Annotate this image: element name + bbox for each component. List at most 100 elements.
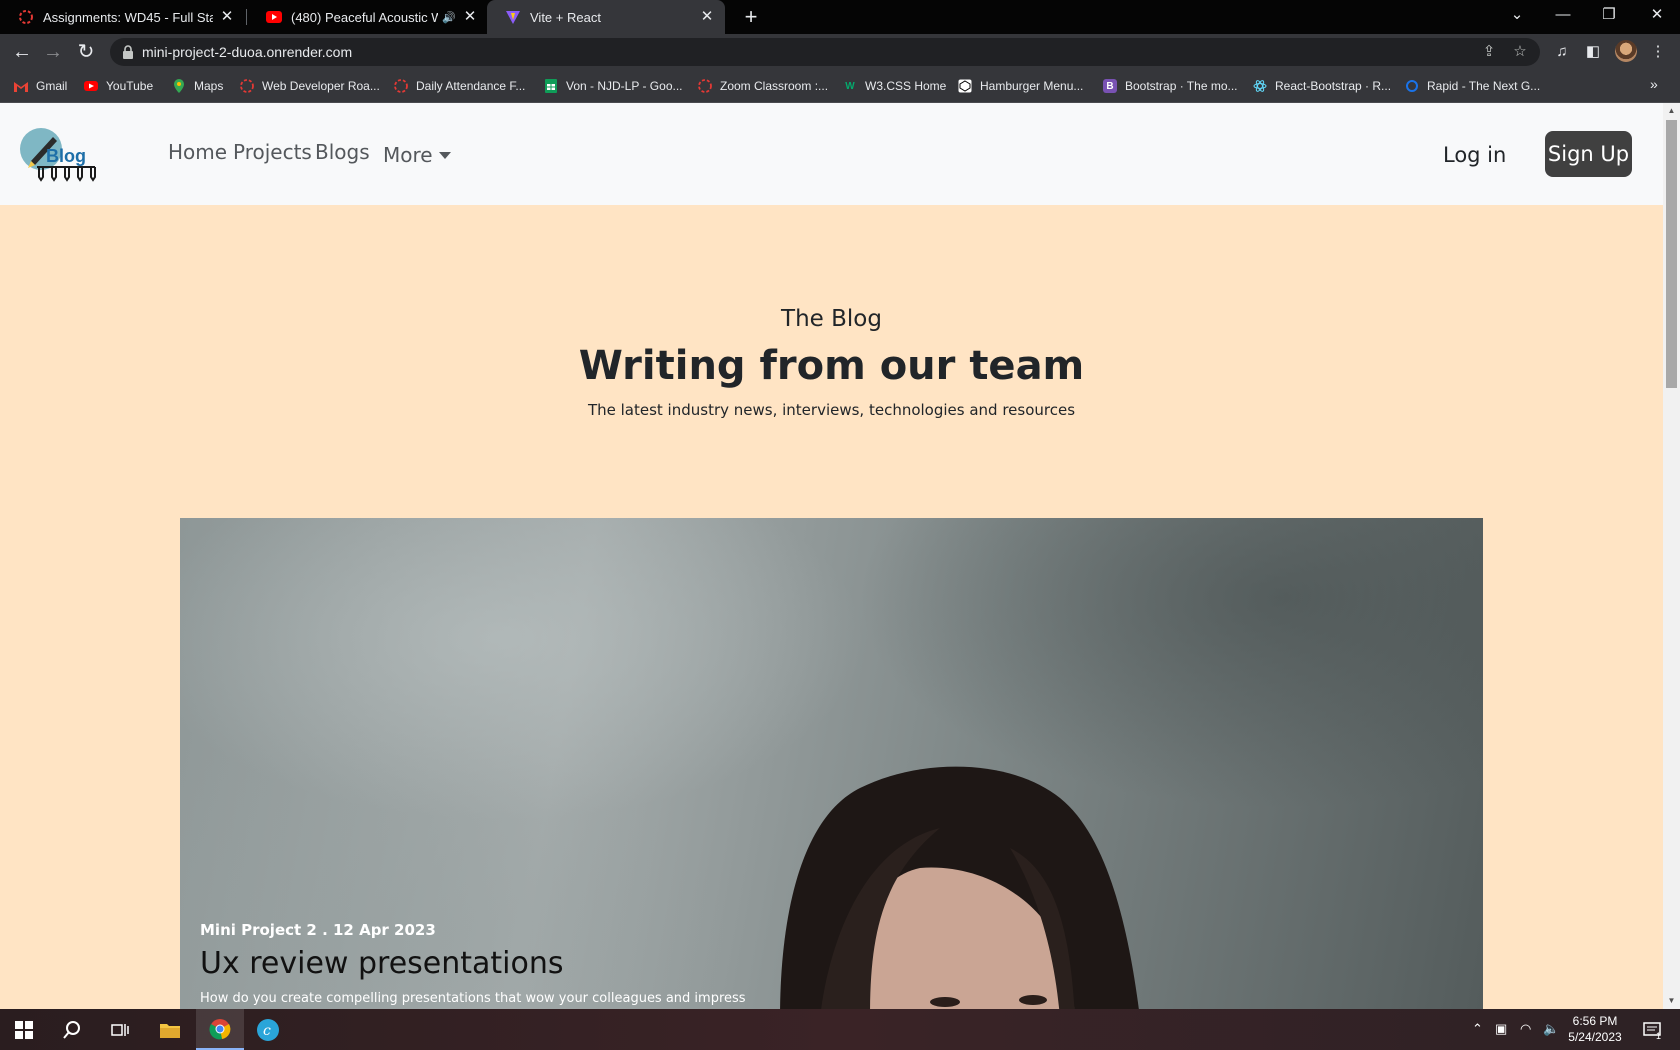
forward-button[interactable]: →: [39, 38, 67, 66]
youtube-icon: [266, 9, 282, 25]
close-icon[interactable]: ✕: [219, 9, 235, 25]
reload-button[interactable]: ↻: [72, 38, 100, 66]
bootstrap-icon: B: [1103, 79, 1117, 93]
close-icon[interactable]: ✕: [699, 9, 715, 25]
tab-youtube[interactable]: (480) Peaceful Acoustic Wors 🔊 ✕: [248, 0, 488, 34]
bookmark-maps[interactable]: Maps: [172, 76, 223, 96]
minimize-button[interactable]: —: [1540, 0, 1586, 30]
chrome-taskbar-icon[interactable]: [196, 1009, 244, 1050]
tab-vite-react[interactable]: Vite + React ✕: [487, 0, 725, 34]
tab-title: Vite + React: [530, 9, 601, 25]
signup-button[interactable]: Sign Up: [1545, 131, 1632, 177]
close-icon[interactable]: ✕: [462, 9, 478, 25]
bookmarks-overflow-icon[interactable]: »: [1650, 76, 1658, 92]
bookmark-label: Web Developer Roa...: [262, 79, 380, 93]
hero-subtitle: The latest industry news, interviews, te…: [587, 401, 1076, 419]
bookmark-hamburger-menu[interactable]: Hamburger Menu...: [958, 76, 1083, 96]
bookmark-label: W3.CSS Home: [865, 79, 947, 93]
system-clock[interactable]: 6:56 PM 5/24/2023: [1565, 1013, 1625, 1045]
vite-icon: [505, 9, 521, 25]
logo-text: Blog: [46, 146, 86, 166]
notification-count: 1: [1656, 1031, 1662, 1041]
side-panel-icon[interactable]: ◧: [1583, 42, 1603, 62]
clock-date: 5/24/2023: [1568, 1030, 1622, 1044]
canva-taskbar-icon[interactable]: c: [244, 1009, 292, 1050]
restore-button[interactable]: ❐: [1586, 0, 1632, 30]
bookmark-zoom-classroom[interactable]: Zoom Classroom :...: [698, 76, 828, 96]
chevron-up-icon[interactable]: ⌃: [1472, 1021, 1483, 1037]
menu-icon[interactable]: ⋮: [1648, 42, 1668, 62]
bookmark-youtube[interactable]: YouTube: [84, 76, 153, 96]
bookmark-daily-attendance[interactable]: Daily Attendance F...: [394, 76, 525, 96]
address-bar[interactable]: mini-project-2-duoa.onrender.com ⇪ ☆: [110, 38, 1540, 66]
new-tab-button[interactable]: +: [737, 3, 765, 31]
login-link[interactable]: Log in: [1443, 143, 1506, 167]
bookmark-w3css[interactable]: W W3.CSS Home: [843, 76, 946, 96]
bookmark-bootstrap[interactable]: B Bootstrap · The mo...: [1103, 76, 1238, 96]
post-meta: Mini Project 2 . 12 Apr 2023: [200, 921, 436, 939]
sheets-icon: [544, 79, 558, 93]
bookmark-label: Von - NJD-LP - Goo...: [566, 79, 683, 93]
tab-title: Assignments: WD45 - Full Stack W: [43, 9, 213, 25]
bookmark-label: Daily Attendance F...: [416, 79, 526, 93]
meet-now-icon[interactable]: ▣: [1495, 1021, 1507, 1037]
back-button[interactable]: ←: [8, 38, 36, 66]
bookmarks-bar: Gmail YouTube Maps Web Developer Roa... …: [0, 70, 1680, 103]
nav-blogs[interactable]: Blogs: [315, 140, 370, 164]
notification-icon[interactable]: 1: [1632, 1009, 1672, 1050]
dashed-circle-icon: [18, 9, 34, 25]
nav-projects[interactable]: Projects: [233, 140, 312, 164]
bookmark-rapid[interactable]: Rapid - The Next G...: [1405, 76, 1540, 96]
scrollbar-thumb[interactable]: [1666, 120, 1677, 388]
search-icon[interactable]: [48, 1009, 96, 1050]
bookmark-label: Gmail: [36, 79, 68, 93]
tab-search-icon[interactable]: ⌄: [1494, 0, 1540, 30]
task-view-icon[interactable]: [96, 1009, 144, 1050]
post-excerpt: How do you create compelling presentatio…: [200, 991, 746, 1006]
dashed-circle-icon: [394, 79, 408, 93]
windows-start-icon[interactable]: [0, 1009, 48, 1050]
nav-home[interactable]: Home: [168, 140, 227, 164]
rapid-icon: [1405, 79, 1419, 93]
speaker-icon[interactable]: 🔊: [442, 11, 456, 24]
profile-avatar[interactable]: [1615, 40, 1637, 62]
dashed-circle-icon: [240, 79, 254, 93]
site-navbar: Blog Home Projects Blogs More Log in Sig…: [0, 103, 1663, 205]
star-icon[interactable]: ☆: [1512, 44, 1528, 60]
file-explorer-icon[interactable]: [146, 1009, 194, 1050]
url-text: mini-project-2-duoa.onrender.com: [142, 44, 353, 60]
bookmark-label: Rapid - The Next G...: [1427, 79, 1541, 93]
nav-more-dropdown[interactable]: More: [383, 143, 451, 167]
site-logo[interactable]: Blog: [19, 127, 99, 183]
hero-kicker: The Blog: [781, 306, 882, 332]
bookmark-react-bootstrap[interactable]: React-Bootstrap · R...: [1253, 76, 1391, 96]
gmail-icon: [14, 79, 28, 93]
react-icon: [1253, 79, 1267, 93]
tab-title: (480) Peaceful Acoustic Wors: [291, 9, 439, 25]
share-icon[interactable]: ⇪: [1481, 44, 1497, 60]
svg-text:c: c: [263, 1023, 271, 1039]
windows-taskbar: c ⌃ ▣ ◠ 🔈 6:56 PM 5/24/2023 1: [0, 1009, 1680, 1050]
post-title[interactable]: Ux review presentations: [200, 946, 564, 981]
bookmark-sheets[interactable]: Von - NJD-LP - Goo...: [544, 76, 683, 96]
page-scrollbar[interactable]: ▲ ▼: [1663, 103, 1680, 1009]
scroll-up-icon[interactable]: ▲: [1667, 106, 1676, 115]
bookmark-gmail[interactable]: Gmail: [14, 76, 67, 96]
bookmark-label: Bootstrap · The mo...: [1125, 79, 1238, 93]
network-icon[interactable]: ◠: [1520, 1021, 1531, 1037]
bookmark-label: Zoom Classroom :...: [720, 79, 829, 93]
bookmark-label: React-Bootstrap · R...: [1275, 79, 1392, 93]
youtube-icon: [84, 79, 98, 93]
page-viewport: Blog Home Projects Blogs More Log in Sig…: [0, 103, 1663, 1009]
bookmark-label: Hamburger Menu...: [980, 79, 1084, 93]
featured-post-card[interactable]: Mini Project 2 . 12 Apr 2023 Ux review p…: [180, 518, 1483, 1009]
scroll-down-icon[interactable]: ▼: [1667, 996, 1676, 1005]
caret-down-icon: [438, 151, 451, 159]
tab-assignments[interactable]: Assignments: WD45 - Full Stack W ✕: [0, 0, 245, 34]
speaker-icon[interactable]: 🔈: [1543, 1021, 1559, 1037]
bookmark-web-developer-roadmap[interactable]: Web Developer Roa...: [240, 76, 380, 96]
close-window-button[interactable]: ✕: [1634, 0, 1680, 30]
media-control-icon[interactable]: ♫: [1552, 42, 1572, 62]
tab-separator: [246, 9, 247, 25]
bookmark-label: YouTube: [106, 79, 154, 93]
